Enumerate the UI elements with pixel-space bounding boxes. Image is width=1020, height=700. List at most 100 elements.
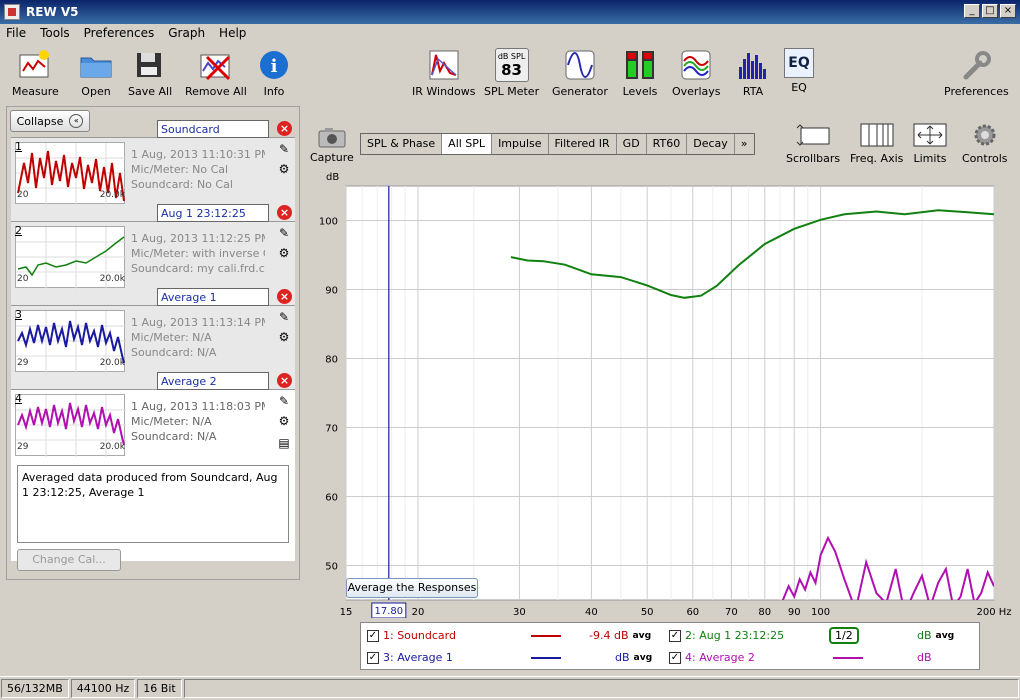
sample-rate-status: 44100 Hz (70, 679, 136, 698)
edit-icon[interactable]: ✎ (275, 394, 293, 410)
menu-help[interactable]: Help (219, 26, 246, 40)
tab-all-spl[interactable]: All SPL (442, 134, 493, 154)
calibration-icon[interactable]: ⚙ (275, 162, 293, 178)
remove-measurement-icon[interactable]: × (277, 205, 292, 220)
svg-text:i: i (271, 56, 278, 77)
change-cal-button[interactable]: Change Cal... (17, 549, 121, 571)
calibration-icon[interactable]: ⚙ (275, 414, 293, 430)
measurement-name-field[interactable]: Aug 1 23:12:25 (157, 204, 269, 222)
average-responses-button[interactable]: Average the Responses (346, 578, 478, 598)
x-tick-label: 60 (686, 607, 699, 618)
limits-icon (912, 122, 948, 148)
window-title: REW V5 (26, 5, 79, 19)
controls-button[interactable]: Controls (962, 122, 1008, 165)
legend-checkbox[interactable]: ✓ (367, 651, 379, 664)
legend-item-4[interactable]: ✓ 4: Average 2 (669, 651, 755, 664)
measure-icon (17, 48, 53, 82)
remove-measurement-icon[interactable]: × (277, 289, 292, 304)
y-tick-label: 50 (325, 562, 338, 573)
menu-preferences[interactable]: Preferences (84, 26, 155, 40)
app-icon (4, 4, 20, 20)
memory-status: 56/132MB (1, 679, 69, 698)
remove-all-icon (198, 48, 234, 82)
menu-graph[interactable]: Graph (168, 26, 205, 40)
measurement-name-field[interactable]: Soundcard (157, 120, 269, 138)
measure-button[interactable]: Measure (12, 48, 59, 98)
menu-file[interactable]: File (6, 26, 26, 40)
tab-impulse[interactable]: Impulse (492, 134, 549, 154)
legend-checkbox[interactable]: ✓ (669, 629, 681, 642)
measurement-mic: Mic/Meter: with inverse C (131, 247, 265, 260)
eq-button[interactable]: EQ EQ (784, 48, 814, 94)
y-tick-label: 60 (325, 493, 338, 504)
legend-item-3[interactable]: ✓ 3: Average 1 (367, 651, 453, 664)
measurement-number: 2 (15, 224, 22, 237)
overlays-icon (678, 48, 714, 82)
levels-icon (622, 48, 658, 82)
overlays-button[interactable]: Overlays (672, 48, 721, 98)
x-tick-label: 40 (585, 607, 598, 618)
graph-tabs: SPL & Phase All SPL Impulse Filtered IR … (360, 133, 755, 155)
capture-button[interactable]: Capture (310, 126, 354, 164)
rta-icon (735, 48, 771, 82)
menu-tools[interactable]: Tools (40, 26, 70, 40)
edit-icon[interactable]: ✎ (275, 310, 293, 326)
edit-icon[interactable]: ✎ (275, 226, 293, 242)
info-button[interactable]: i Info (256, 48, 292, 98)
spl-chart[interactable]: 15 20 30 40 50 60 70 80 90 100 200 Hz 50 60 70 80 90 100… (306, 168, 1018, 619)
tab-spl-phase[interactable]: SPL & Phase (361, 134, 443, 154)
preferences-button[interactable]: Preferences (944, 48, 1009, 98)
save-all-button[interactable]: Save All (128, 48, 172, 98)
legend-checkbox[interactable]: ✓ (367, 629, 379, 642)
measurement-notes[interactable]: Averaged data produced from Soundcard, A… (17, 465, 289, 543)
legend-checkbox[interactable]: ✓ (669, 651, 681, 664)
levels-button[interactable]: Levels (622, 48, 658, 98)
tab-decay[interactable]: Decay (687, 134, 735, 154)
graph-legend: ✓ 1: Soundcard -9.4 dB avg ✓ 2: Aug 1 23:… (360, 622, 980, 670)
scrollbars-button[interactable]: Scrollbars (786, 122, 840, 165)
measurement-soundcard: Soundcard: N/A (131, 346, 217, 359)
x-tick-label: 50 (641, 607, 654, 618)
eq-icon: EQ (784, 48, 814, 78)
rta-button[interactable]: RTA (735, 48, 771, 98)
x-tick-label: 90 (788, 607, 801, 618)
measurement-date: 1 Aug, 2013 11:12:25 PM (131, 232, 265, 245)
cursor-readout: 17.80 (374, 606, 403, 617)
tab-rt60[interactable]: RT60 (647, 134, 688, 154)
notes-icon[interactable]: ▤ (275, 436, 293, 452)
spl-meter-icon: dB SPL 83 (494, 48, 529, 82)
smoothing-badge[interactable]: 1/2 (829, 627, 859, 644)
legend-item-1[interactable]: ✓ 1: Soundcard (367, 629, 456, 642)
open-button[interactable]: Open (78, 48, 114, 98)
y-tick-label: 90 (325, 286, 338, 297)
legend-item-2[interactable]: ✓ 2: Aug 1 23:12:25 (669, 629, 784, 642)
measurement-name-field[interactable]: Average 2 (157, 372, 269, 390)
calibration-icon[interactable]: ⚙ (275, 246, 293, 262)
remove-all-button[interactable]: Remove All (185, 48, 247, 98)
measurement-name-field[interactable]: Average 1 (157, 288, 269, 306)
y-tick-label: 80 (325, 355, 338, 366)
remove-measurement-icon[interactable]: × (277, 121, 292, 136)
tab-gd[interactable]: GD (617, 134, 647, 154)
freq-axis-button[interactable]: Freq. Axis (850, 122, 903, 165)
spl-graph[interactable]: 15 20 30 40 50 60 70 80 90 100 200 Hz 50 60 70 80 90 100… (306, 168, 1018, 619)
tab-more[interactable]: » (735, 134, 754, 154)
generator-button[interactable]: Generator (552, 48, 608, 98)
menu-bar: File Tools Preferences Graph Help (0, 24, 1020, 42)
camera-icon (317, 126, 347, 151)
limits-button[interactable]: Limits (912, 122, 948, 165)
ir-windows-button[interactable]: IR Windows (412, 48, 476, 98)
spl-meter-button[interactable]: dB SPL 83 SPL Meter (484, 48, 539, 98)
tab-filtered-ir[interactable]: Filtered IR (549, 134, 617, 154)
edit-icon[interactable]: ✎ (275, 142, 293, 158)
close-window-button[interactable]: × (1000, 4, 1016, 18)
minimize-button[interactable]: _ (964, 4, 980, 18)
calibration-icon[interactable]: ⚙ (275, 330, 293, 346)
freq-axis-icon (859, 122, 895, 148)
measurement-mic: Mic/Meter: No Cal (131, 163, 229, 176)
collapse-button[interactable]: Collapse « (10, 110, 90, 132)
main-toolbar: Measure Open Save All Remove All i Info … (0, 44, 1020, 104)
maximize-button[interactable]: □ (982, 4, 998, 18)
generator-icon (562, 48, 598, 82)
remove-measurement-icon[interactable]: × (277, 373, 292, 388)
